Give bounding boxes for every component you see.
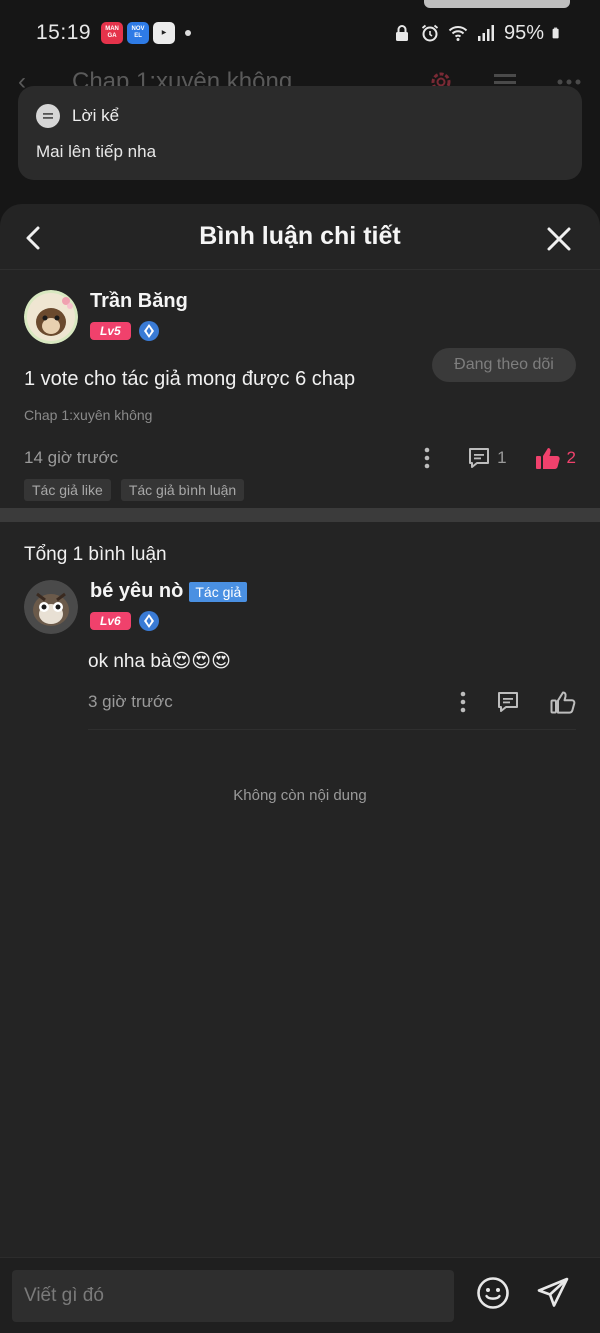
level-badge: Lv6: [90, 612, 131, 630]
replies-section: Tổng 1 bình luận bé yêu nò Tác giả Lv6 o…: [0, 522, 600, 730]
like-count: 2: [566, 448, 576, 467]
reply-divider: [88, 729, 576, 730]
author-name-text: Trần Băng: [90, 290, 188, 312]
replies-total-label: Tổng 1 bình luận: [24, 544, 167, 565]
noveltoon-app-icon: NOV EL: [127, 22, 150, 44]
status-app-icons: MAN GA NOV EL ▶: [101, 22, 176, 44]
avatar[interactable]: [24, 290, 78, 344]
author-badges: Lv5: [90, 321, 188, 341]
send-icon[interactable]: [536, 1276, 570, 1315]
close-icon[interactable]: [546, 226, 572, 252]
narrator-label: Lời kể: [72, 106, 120, 125]
battery-percent: 95%: [503, 21, 544, 44]
main-comment-author-row: Trần Băng Lv5: [24, 290, 576, 344]
notification-dot: [185, 30, 192, 36]
diamond-icon: [138, 611, 159, 631]
diamond-icon: [138, 321, 159, 341]
video-app-icon: ▶: [153, 22, 176, 44]
comment-icon[interactable]: [496, 690, 520, 714]
signal-icon: [477, 25, 494, 41]
emoji-icon[interactable]: [476, 1276, 510, 1315]
status-bar: 15:19 MAN GA NOV EL ▶ 95%: [0, 0, 600, 66]
wifi-icon: [448, 26, 468, 41]
comment-tags: Tác giả like Tác giả bình luận: [24, 479, 576, 501]
mangatoon-app-icon: MAN GA: [101, 22, 124, 44]
alarm-icon: [421, 24, 439, 42]
author-liked-tag: Tác giả like: [24, 479, 111, 501]
reply-time: 3 giờ trước: [88, 692, 173, 711]
author-commented-tag: Tác giả bình luận: [120, 479, 245, 501]
battery-icon: [552, 27, 559, 39]
section-divider: [0, 508, 600, 522]
more-vertical-icon[interactable]: [417, 446, 437, 470]
narrator-header: Lời kể: [36, 104, 564, 128]
comment-time: 14 giờ trước: [24, 448, 119, 467]
following-button[interactable]: Đang theo dõi: [432, 348, 576, 382]
author-badges: Lv6: [90, 611, 247, 631]
reply-user: bé yêu nò Tác giả Lv6: [90, 580, 248, 631]
comment-input-bar: [0, 1257, 600, 1333]
lock-icon: [395, 25, 408, 41]
comment-meta: 14 giờ trước 1 2: [24, 443, 576, 473]
narrator-icon: [36, 104, 60, 128]
comment-chapter[interactable]: Chap 1:xuyên không: [24, 407, 576, 423]
author-name[interactable]: bé yêu nò Tác giả: [90, 580, 248, 603]
reply-count: 1: [497, 448, 507, 467]
author-tag-badge: Tác giả: [189, 581, 248, 602]
reply-actions: [460, 690, 576, 714]
back-arrow-icon[interactable]: [22, 224, 46, 252]
reply-item: bé yêu nò Tác giả Lv6 ok nha bà😍😍😍 3 giờ…: [24, 580, 576, 730]
status-time: 15:19: [36, 21, 92, 44]
reply-meta: 3 giờ trước: [88, 690, 576, 714]
like-button[interactable]: 2: [535, 446, 576, 470]
narrator-text: Mai lên tiếp nha: [36, 142, 157, 161]
end-of-content-label: Không còn nội dung: [233, 787, 367, 804]
reply-button[interactable]: 1: [467, 446, 507, 470]
more-horizontal-icon: [557, 79, 581, 85]
status-right: 95%: [392, 22, 564, 45]
author-name-text: bé yêu nò: [90, 580, 184, 602]
reply-content: ok nha bà😍😍😍: [88, 651, 231, 672]
thumbs-up-icon[interactable]: [550, 690, 576, 714]
main-comment-user: Trần Băng Lv5: [90, 290, 188, 341]
comment-icon: [469, 448, 490, 468]
level-badge: Lv5: [90, 322, 131, 340]
reply-author-row: bé yêu nò Tác giả Lv6: [24, 580, 576, 634]
sheet-header: Bình luận chi tiết: [0, 204, 600, 270]
comment-input[interactable]: [12, 1269, 454, 1322]
avatar[interactable]: [24, 580, 78, 634]
comment-detail-sheet: Bình luận chi tiết Trần Băng Lv5 Đang th…: [0, 204, 600, 1333]
sheet-title: Bình luận chi tiết: [199, 222, 401, 250]
narrator-card: Lời kể Mai lên tiếp nha: [18, 86, 582, 180]
comment-actions: 1 2: [417, 446, 576, 470]
author-name[interactable]: Trần Băng: [90, 290, 188, 313]
thumbs-up-filled-icon: [535, 448, 560, 469]
more-vertical-icon[interactable]: [460, 691, 466, 713]
